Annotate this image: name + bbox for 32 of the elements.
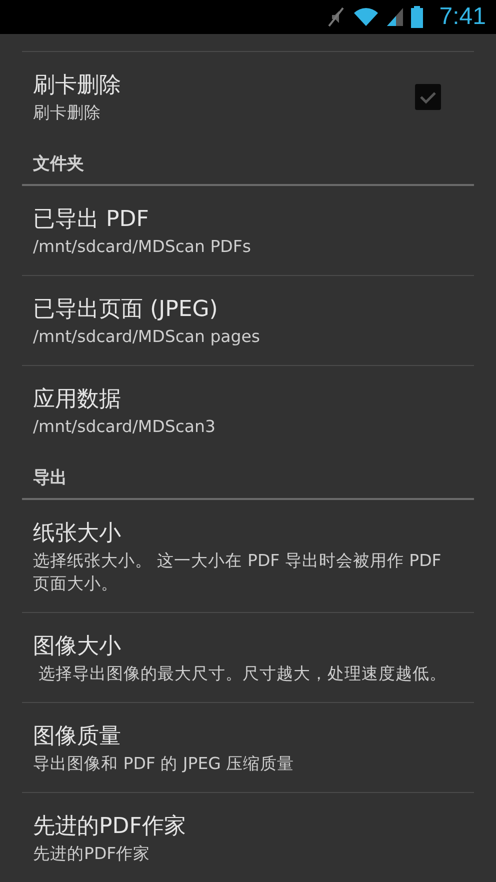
mute-icon — [327, 7, 346, 27]
section-header: 导出 — [33, 468, 67, 488]
preference-title: 先进的PDF作家 — [33, 813, 187, 841]
preference-title: 已导出 PDF — [33, 206, 150, 234]
battery-icon — [411, 6, 424, 28]
preference-title: 应用数据 — [33, 386, 122, 414]
section-header: 文件夹 — [33, 154, 84, 174]
preference-summary: 导出图像和 PDF 的 JPEG 压缩质量 — [33, 753, 296, 775]
preference-title: 刷卡删除 — [33, 72, 122, 100]
preference-item[interactable]: 应用数据 /mnt/sdcard/MDScan3 — [22, 366, 474, 455]
preference-item[interactable]: 纸张大小 选择纸张大小。 这一大小在 PDF 导出时会被用作 PDF 页面大小。 — [22, 500, 474, 613]
preference-summary: 刷卡删除 — [33, 102, 102, 124]
preference-item[interactable]: 先进的PDF作家 先进的PDF作家 — [22, 793, 474, 882]
preference-summary: 选择纸张大小。 这一大小在 PDF 导出时会被用作 PDF 页面大小。 — [33, 550, 442, 595]
preference-item[interactable]: 刷卡删除 刷卡删除 — [22, 52, 474, 141]
preference-item[interactable]: 已导出页面 (JPEG) /mnt/sdcard/MDScan pages — [22, 276, 474, 366]
signal-icon — [387, 7, 404, 27]
preference-summary: /mnt/sdcard/MDScan3 — [33, 416, 216, 438]
checkbox[interactable] — [415, 84, 441, 110]
preference-item[interactable]: 已导出 PDF /mnt/sdcard/MDScan PDFs — [22, 186, 474, 276]
preference-summary: 选择导出图像的最大尺寸。尺寸越大，处理速度越低。 — [37, 663, 448, 685]
preference-title: 图像大小 — [33, 633, 122, 661]
preference-item[interactable]: 图像质量 导出图像和 PDF 的 JPEG 压缩质量 — [22, 703, 474, 793]
preference-item[interactable]: 图像大小 选择导出图像的最大尺寸。尺寸越大，处理速度越低。 — [22, 613, 474, 703]
preference-title: 已导出页面 (JPEG) — [33, 296, 219, 324]
preference-summary: /mnt/sdcard/MDScan PDFs — [33, 236, 252, 258]
preference-title: 纸张大小 — [33, 520, 122, 548]
clock-time: 7:41 — [439, 3, 486, 31]
preference-summary: /mnt/sdcard/MDScan pages — [33, 326, 262, 348]
preference-summary: 先进的PDF作家 — [33, 843, 152, 865]
wifi-icon — [353, 7, 380, 27]
preference-title: 图像质量 — [33, 723, 122, 751]
